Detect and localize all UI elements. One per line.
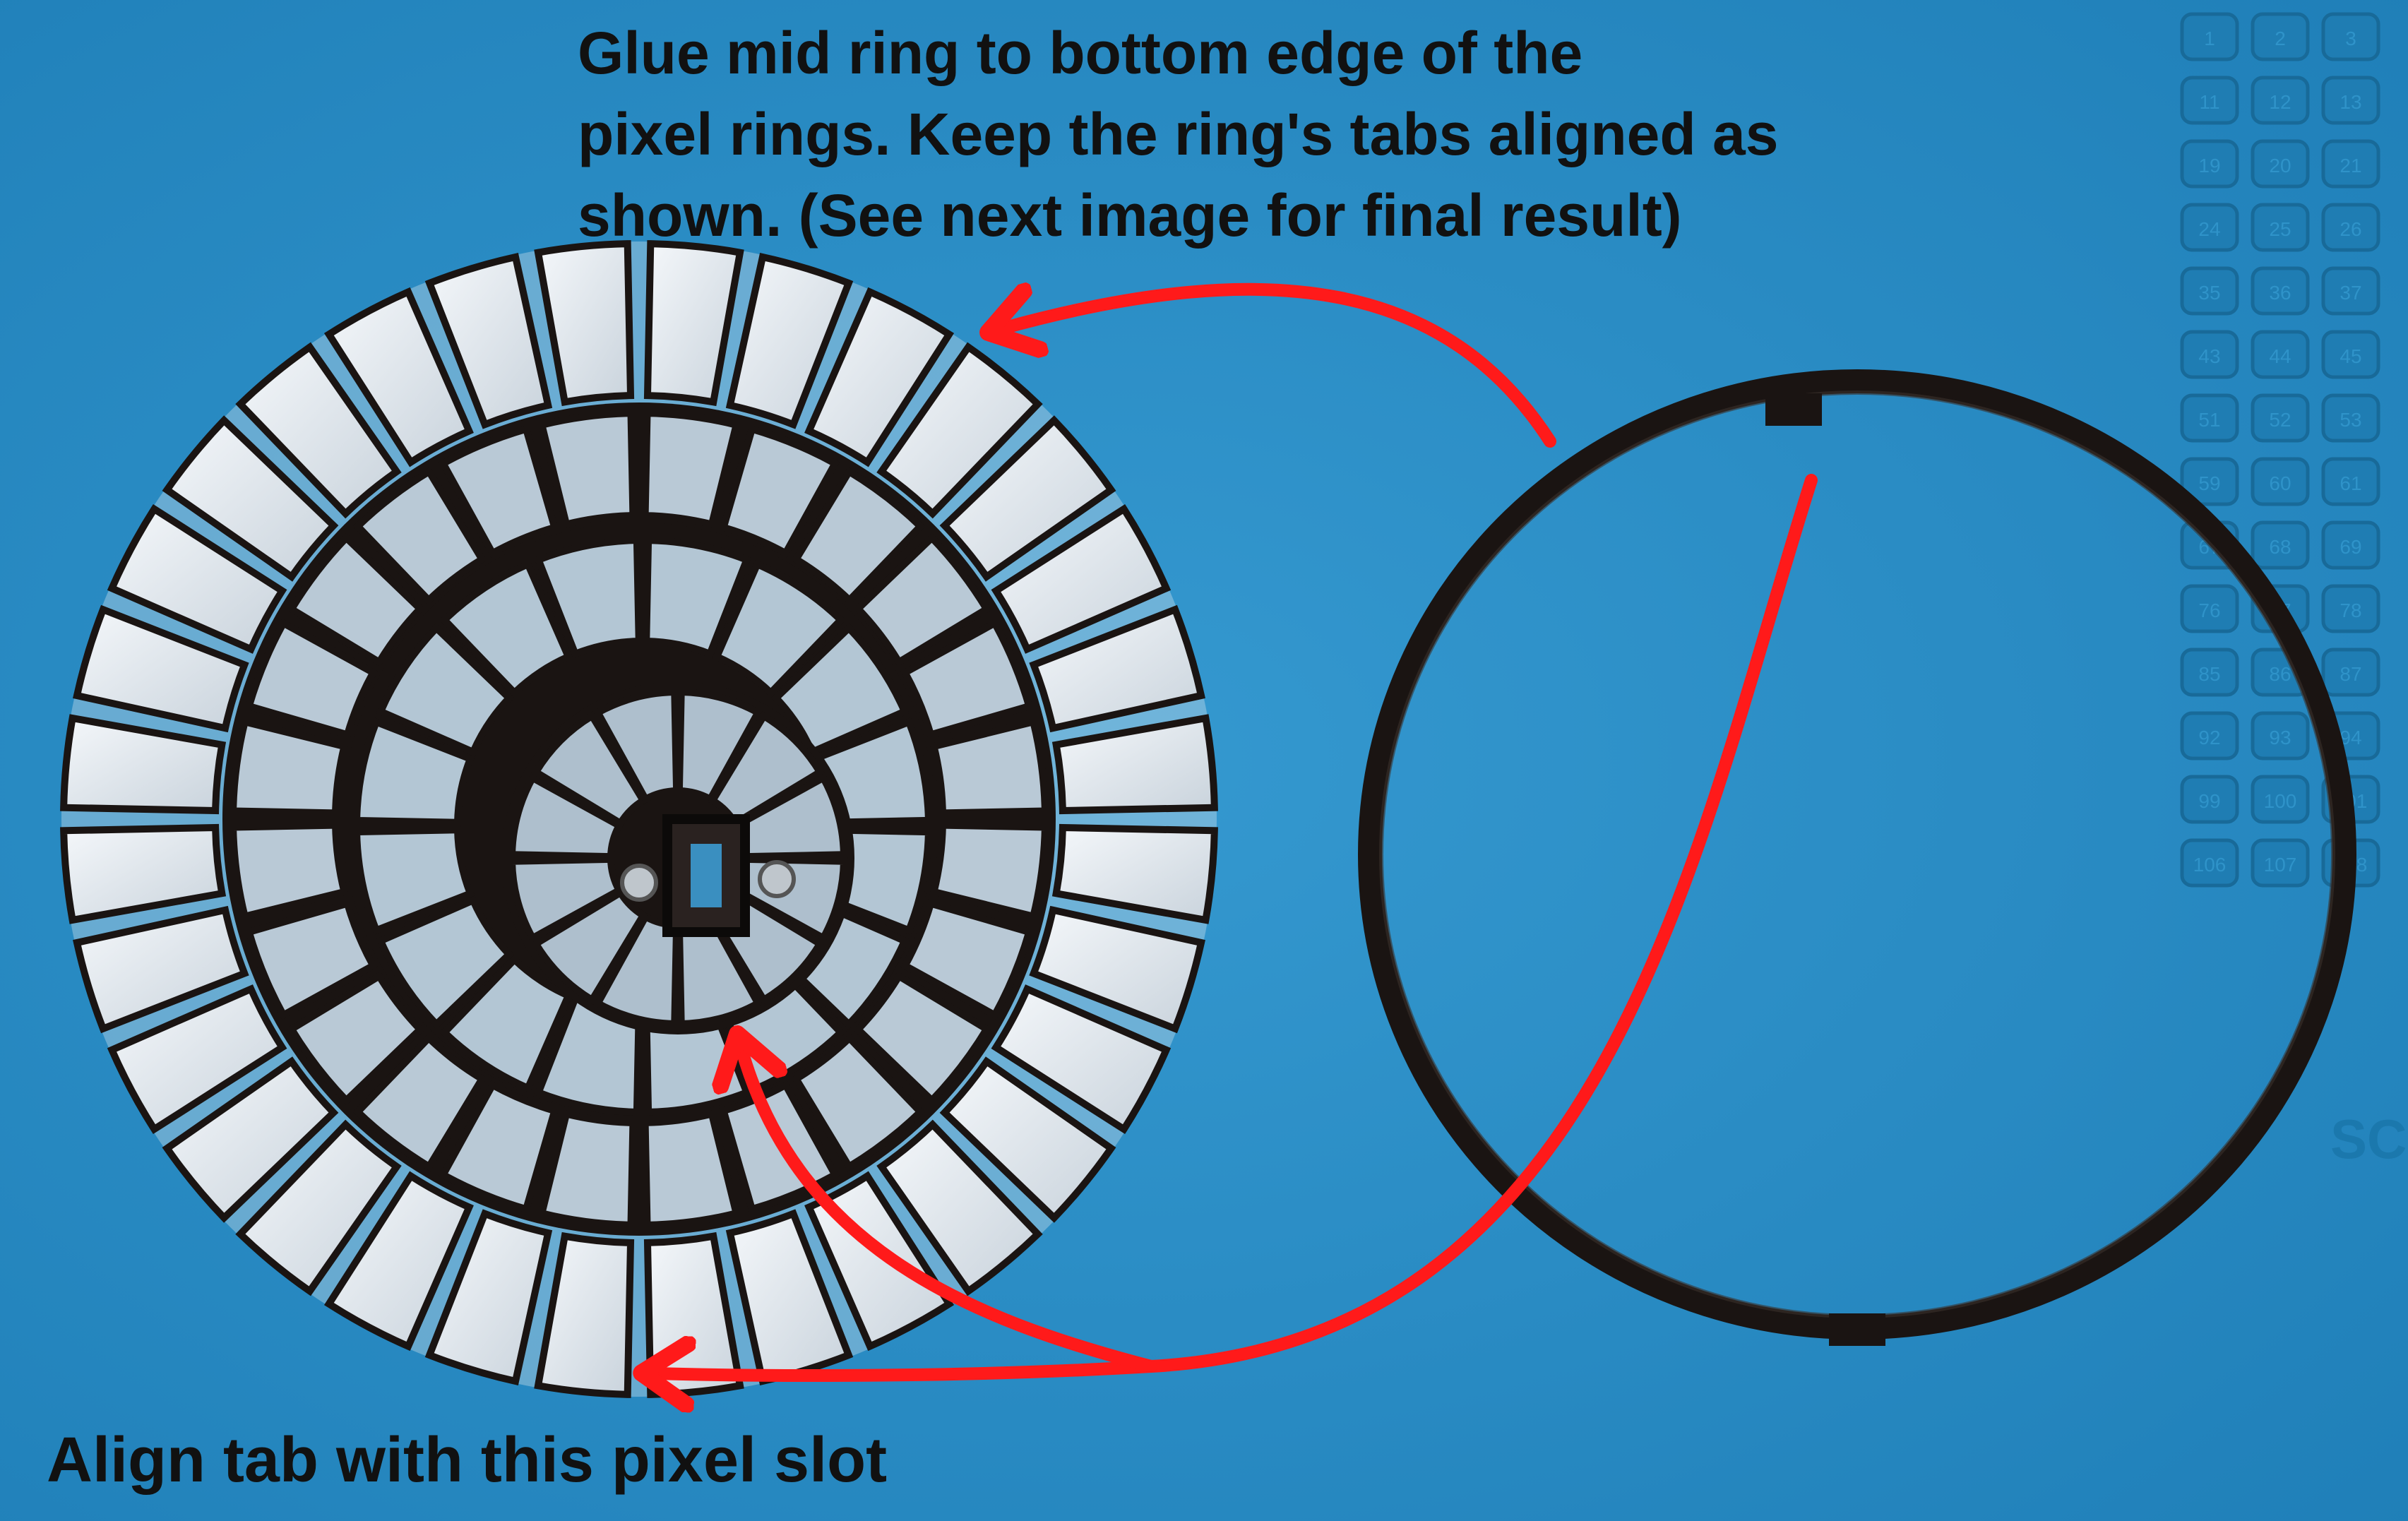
left-nut [620,864,658,902]
mat-cell-label: 24 [2198,218,2220,240]
mat-cell: 52 [2251,393,2310,443]
mat-cell: 2 [2251,12,2310,61]
mat-cell-label: 11 [2199,91,2219,113]
mat-cell: 92 [2180,711,2239,760]
mat-cell-label: 92 [2198,727,2220,748]
mat-cell: 35 [2180,266,2239,316]
mat-cell-label: 44 [2269,345,2291,367]
mat-cell-label: 85 [2198,663,2220,685]
mat-cell: 13 [2321,76,2380,125]
mat-cell: 21 [2321,139,2380,189]
mat-cell-label: 86 [2269,663,2291,685]
mat-cell: 107 [2251,838,2310,888]
center-slot [691,844,722,907]
mat-cell: 12 [2251,76,2310,125]
mat-cell: 93 [2251,711,2310,760]
mat-cell-label: 78 [2340,600,2361,621]
mat-cell: 24 [2180,203,2239,252]
mat-cell: 99 [2180,775,2239,824]
mat-cell-label: 45 [2340,345,2361,367]
mat-cell: 43 [2180,330,2239,379]
mat-cell-label: 60 [2269,472,2291,494]
mat-cell-label: 13 [2340,91,2361,113]
mat-cell-label: 61 [2340,472,2361,494]
mat-cell: 20 [2251,139,2310,189]
mat-cell-label: 99 [2198,790,2220,812]
mat-cell: 68 [2251,520,2310,570]
mat-cell-label: 106 [2193,854,2227,876]
mat-cell-label: 69 [2340,536,2361,558]
mat-cell: 85 [2180,648,2239,697]
mat-cell: 1 [2180,12,2239,61]
mat-cell-label: 26 [2340,218,2361,240]
mid-ring-top-tab [1765,393,1822,426]
mat-cell: 26 [2321,203,2380,252]
mat-cell: 36 [2251,266,2310,316]
mid-ring-bottom-tab [1829,1313,1885,1346]
mat-cell-label: 51 [2198,409,2220,431]
mat-cell-label: 68 [2269,536,2291,558]
mat-cell-label: 52 [2269,409,2291,431]
mat-cell: 100 [2251,775,2310,824]
align-tab-caption: Align tab with this pixel slot [47,1425,888,1496]
mat-cell: 53 [2321,393,2380,443]
mat-cell: 3 [2321,12,2380,61]
caption-line: pixel rings. Keep the ring's tabs aligne… [578,101,1779,167]
mat-cell: 37 [2321,266,2380,316]
mat-cell: 106 [2180,838,2239,888]
mat-cell-label: 36 [2269,282,2291,304]
mat-cell: 45 [2321,330,2380,379]
instruction-caption: Glue mid ring to bottom edge of the pixe… [578,13,1778,256]
mat-cell-label: 1 [2204,28,2215,49]
caption-line: shown. (See next image for final result) [578,182,1682,249]
mat-cell-label: 100 [2264,790,2297,812]
mat-cell: 25 [2251,203,2310,252]
mat-cell: 61 [2321,457,2380,506]
mat-cell: 19 [2180,139,2239,189]
mat-cell-label: 76 [2198,600,2220,621]
caption-line: Glue mid ring to bottom edge of the [578,20,1583,86]
mat-cell-label: 20 [2269,155,2291,177]
mat-cell-label: 93 [2269,727,2291,748]
mat-cell-label: 2 [2275,28,2286,49]
mat-cell-label: 21 [2340,155,2361,177]
mat-cell: 60 [2251,457,2310,506]
pixel-ring-assembly [60,240,1218,1398]
mat-cell-label: 12 [2269,91,2291,113]
mat-cell: 51 [2180,393,2239,443]
mat-cell-label: 43 [2198,345,2220,367]
mat-cell-label: 37 [2340,282,2361,304]
mat-logo: SCI [2330,1108,2408,1170]
mat-cell: 69 [2321,520,2380,570]
mat-cell-label: 87 [2340,663,2361,685]
mat-cell: 78 [2321,584,2380,633]
mat-cell: 11 [2180,76,2239,125]
mat-cell-label: 59 [2198,472,2220,494]
mat-cell-label: 35 [2198,282,2220,304]
mat-cell: 44 [2251,330,2310,379]
mat-cell: 76 [2180,584,2239,633]
mat-cell-label: 19 [2198,155,2220,177]
mat-cell: 87 [2321,648,2380,697]
right-nut [758,860,796,898]
mat-cell-label: 107 [2264,854,2297,876]
mat-cell-label: 25 [2269,218,2291,240]
mat-cell-label: 3 [2345,28,2356,49]
mat-cell-label: 53 [2340,409,2361,431]
